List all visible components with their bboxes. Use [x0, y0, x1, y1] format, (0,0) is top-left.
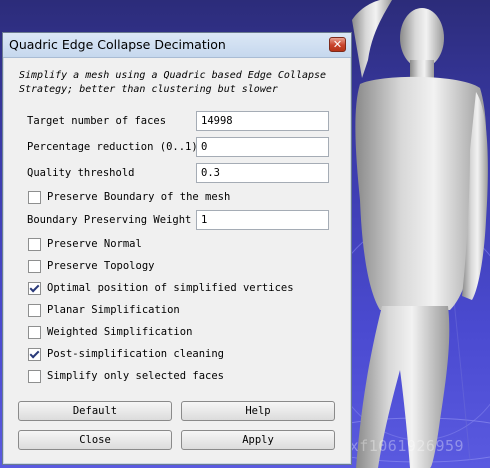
weighted-simplification-checkbox[interactable]: [28, 325, 41, 339]
selected-faces-label: Simplify only selected faces: [47, 370, 225, 382]
window-close-button[interactable]: ✕: [329, 37, 346, 52]
target-faces-input[interactable]: 14998: [196, 111, 329, 131]
preserve-normal-option[interactable]: Preserve Normal: [28, 236, 142, 252]
selected-faces-option[interactable]: Simplify only selected faces: [28, 368, 224, 384]
boundary-weight-label: Boundary Preserving Weight: [27, 214, 192, 226]
post-cleaning-label: Post-simplification cleaning: [47, 348, 225, 360]
planar-simplification-checkbox[interactable]: [28, 303, 41, 317]
planar-simplification-option[interactable]: Planar Simplification: [28, 302, 180, 318]
close-icon: ✕: [332, 38, 343, 51]
optimal-position-option[interactable]: Optimal position of simplified vertices: [28, 280, 294, 296]
post-cleaning-checkbox[interactable]: [28, 347, 41, 361]
title-bar[interactable]: Quadric Edge Collapse Decimation ✕: [3, 33, 351, 58]
preserve-boundary-option[interactable]: Preserve Boundary of the mesh: [28, 189, 230, 205]
apply-button[interactable]: Apply: [181, 430, 335, 450]
preserve-topology-label: Preserve Topology: [47, 260, 155, 272]
selected-faces-checkbox[interactable]: [28, 369, 41, 383]
preserve-normal-checkbox[interactable]: [28, 237, 41, 251]
preserve-topology-checkbox[interactable]: [28, 259, 41, 273]
decimation-dialog: Quadric Edge Collapse Decimation ✕ Simpl…: [2, 32, 352, 465]
target-faces-label: Target number of faces: [27, 115, 167, 127]
optimal-position-label: Optimal position of simplified vertices: [47, 282, 294, 294]
preserve-topology-option[interactable]: Preserve Topology: [28, 258, 154, 274]
quality-threshold-label: Quality threshold: [27, 167, 135, 179]
dialog-title: Quadric Edge Collapse Decimation: [9, 37, 226, 52]
percentage-reduction-label: Percentage reduction (0..1): [27, 141, 198, 153]
close-button[interactable]: Close: [18, 430, 172, 450]
percentage-reduction-input[interactable]: 0: [196, 137, 329, 157]
planar-simplification-label: Planar Simplification: [47, 304, 180, 316]
optimal-position-checkbox[interactable]: [28, 281, 41, 295]
quality-threshold-input[interactable]: 0.3: [196, 163, 329, 183]
boundary-weight-input[interactable]: 1: [196, 210, 329, 230]
preserve-normal-label: Preserve Normal: [47, 238, 142, 250]
post-cleaning-option[interactable]: Post-simplification cleaning: [28, 346, 224, 362]
preserve-boundary-checkbox[interactable]: [28, 190, 41, 204]
weighted-simplification-option[interactable]: Weighted Simplification: [28, 324, 192, 340]
weighted-simplification-label: Weighted Simplification: [47, 326, 193, 338]
filter-description: Simplify a mesh using a Quadric based Ed…: [19, 70, 327, 95]
preserve-boundary-label: Preserve Boundary of the mesh: [47, 191, 231, 203]
help-button[interactable]: Help: [181, 401, 335, 421]
default-button[interactable]: Default: [18, 401, 172, 421]
